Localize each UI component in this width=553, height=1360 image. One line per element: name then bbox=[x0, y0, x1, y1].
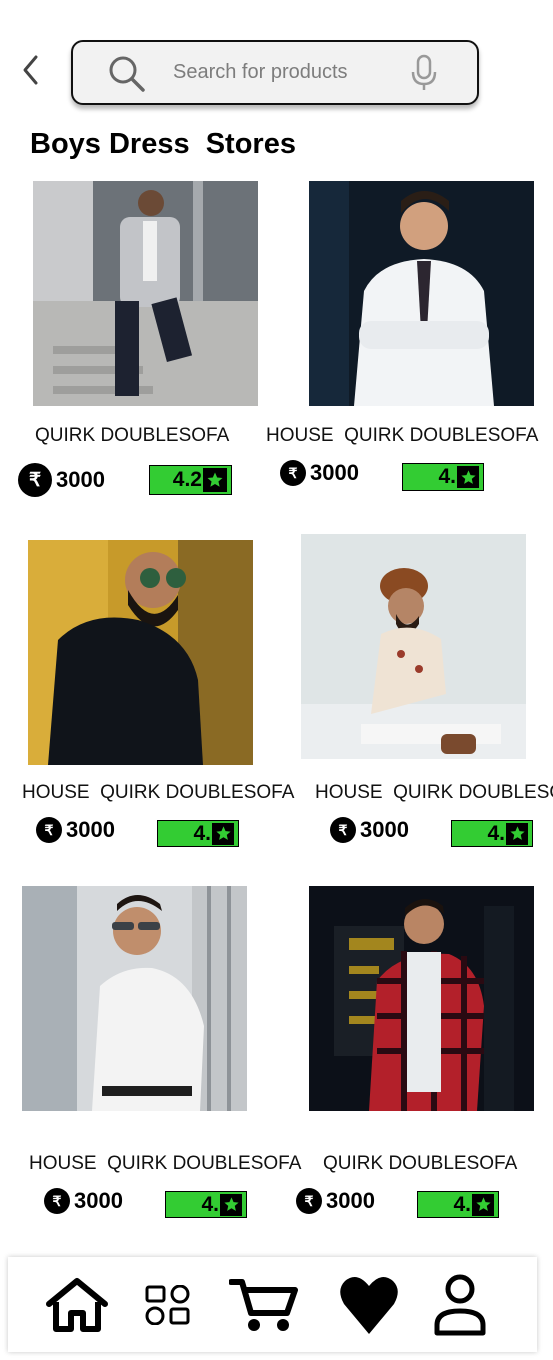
product-price: ₹ 3000 bbox=[330, 817, 409, 843]
nav-categories[interactable] bbox=[138, 1257, 198, 1352]
rating-value: 4.2 bbox=[172, 468, 202, 491]
rating-badge: 4. bbox=[157, 820, 239, 847]
price-value: 3000 bbox=[326, 1188, 375, 1213]
product-name: QUIRK DOUBLESOFA bbox=[35, 425, 230, 446]
product-image[interactable] bbox=[309, 886, 534, 1111]
search-input[interactable]: Search for products bbox=[173, 61, 348, 84]
rating-badge: 4. bbox=[417, 1191, 499, 1218]
back-button[interactable] bbox=[16, 52, 46, 88]
nav-wishlist[interactable] bbox=[334, 1257, 404, 1352]
rating-badge: 4.2 bbox=[149, 465, 232, 495]
rupee-icon: ₹ bbox=[36, 817, 62, 843]
product-price: ₹ 3000 bbox=[44, 1188, 123, 1214]
bottom-navigation bbox=[8, 1257, 537, 1352]
product-image[interactable] bbox=[301, 534, 526, 759]
rating-value: 4. bbox=[438, 465, 456, 488]
product-image[interactable] bbox=[28, 540, 253, 765]
product-image[interactable] bbox=[33, 181, 258, 406]
product-image[interactable] bbox=[309, 181, 534, 406]
price-value: 3000 bbox=[360, 817, 409, 842]
rupee-icon: ₹ bbox=[330, 817, 356, 843]
star-icon bbox=[472, 1193, 494, 1216]
categories-icon bbox=[145, 1284, 190, 1325]
price-value: 3000 bbox=[56, 467, 105, 492]
product-price: ₹ 3000 bbox=[280, 460, 359, 486]
rating-badge: 4. bbox=[451, 820, 533, 847]
heart-icon bbox=[340, 1276, 398, 1334]
rupee-icon: ₹ bbox=[280, 460, 306, 486]
rupee-icon: ₹ bbox=[44, 1188, 70, 1214]
price-value: 3000 bbox=[310, 460, 359, 485]
nav-profile[interactable] bbox=[428, 1257, 492, 1352]
microphone-icon[interactable] bbox=[409, 53, 439, 93]
rupee-icon: ₹ bbox=[18, 463, 52, 497]
star-icon bbox=[212, 822, 234, 845]
product-price: ₹ 3000 bbox=[296, 1188, 375, 1214]
product-price: ₹ 3000 bbox=[18, 463, 105, 497]
rating-value: 4. bbox=[453, 1192, 471, 1216]
rating-value: 4. bbox=[193, 821, 211, 845]
price-value: 3000 bbox=[74, 1188, 123, 1213]
rating-value: 4. bbox=[201, 1192, 219, 1216]
product-name: HOUSE QUIRK DOUBLESOFA bbox=[29, 1153, 302, 1174]
star-icon bbox=[220, 1193, 242, 1216]
star-icon bbox=[506, 822, 528, 845]
rupee-icon: ₹ bbox=[296, 1188, 322, 1214]
product-name: HOUSE QUIRK DOUBLESO bbox=[315, 782, 553, 803]
rating-value: 4. bbox=[487, 821, 505, 845]
product-name: QUIRK DOUBLESOFA bbox=[323, 1153, 518, 1174]
profile-icon bbox=[434, 1274, 486, 1335]
nav-cart[interactable] bbox=[226, 1257, 302, 1352]
product-name: HOUSE QUIRK DOUBLESOFA bbox=[22, 782, 295, 803]
chevron-left-icon bbox=[23, 55, 38, 85]
price-value: 3000 bbox=[66, 817, 115, 842]
nav-home[interactable] bbox=[40, 1257, 114, 1352]
product-name: HOUSE QUIRK DOUBLESOFA bbox=[266, 425, 539, 446]
search-bar[interactable]: Search for products bbox=[71, 40, 479, 105]
star-icon bbox=[457, 466, 479, 488]
product-image[interactable] bbox=[22, 886, 247, 1111]
search-icon[interactable] bbox=[107, 54, 147, 94]
star-icon bbox=[203, 468, 227, 492]
rating-badge: 4. bbox=[402, 463, 484, 491]
page-title: Boys Dress Stores bbox=[30, 128, 296, 160]
rating-badge: 4. bbox=[165, 1191, 247, 1218]
product-price: ₹ 3000 bbox=[36, 817, 115, 843]
home-icon bbox=[46, 1277, 108, 1332]
cart-icon bbox=[229, 1278, 298, 1331]
